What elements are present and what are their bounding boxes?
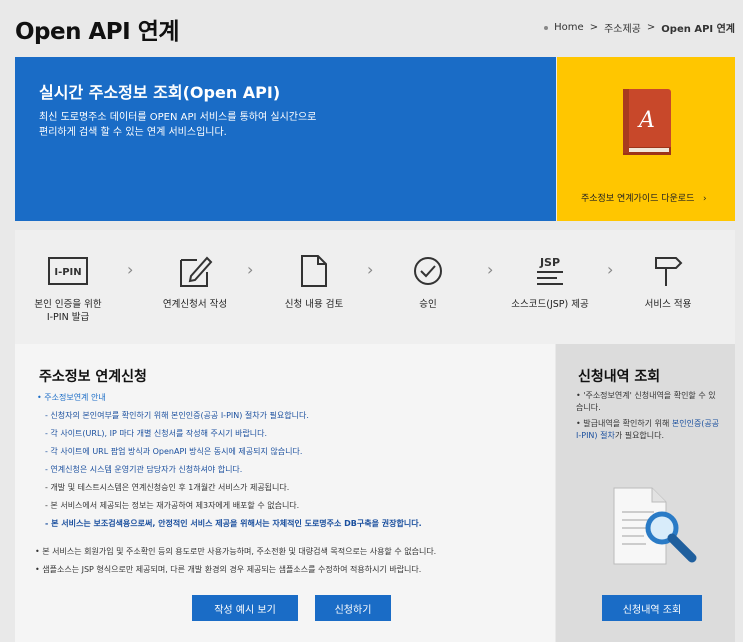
banner-description: 최신 도로명주소 데이터를 OPEN API 서비스를 통하여 실시간으로 편리… (39, 110, 399, 140)
svg-text:I-PIN: I-PIN (54, 267, 81, 278)
breadcrumb-separator: > (646, 22, 656, 33)
bullet-icon (544, 25, 549, 30)
page-title: Open API 연계 (15, 19, 180, 45)
guide-download-label: 주소정보 연계가이드 다운로드 (581, 194, 695, 204)
lookup-title: 신청내역 조회 (578, 369, 661, 385)
step-label: 신청 내용 검토 (284, 299, 344, 310)
list-item: • 샘플소스는 JSP 형식으로만 제공되며, 다른 개발 환경의 경우 제공되… (35, 565, 422, 574)
guide-download-link[interactable]: 주소정보 연계가이드 다운로드 › (581, 191, 707, 204)
chevron-right-icon: › (127, 260, 134, 279)
step-label: 연계신청서 작성 (162, 299, 228, 310)
breadcrumb-separator: > (589, 22, 599, 33)
guide-list: - 신청자의 본인여부를 확인하기 위해 본인인증(공공 I-PIN) 절차가 … (45, 410, 422, 536)
signpost-icon (646, 254, 690, 288)
list-item: • 발급내역을 확인하기 위해 본인인증(공공 I-PIN) 절차가 필요합니다… (576, 419, 720, 440)
apply-button[interactable]: 신청하기 (315, 595, 391, 621)
list-item: - 본 서비스에서 제공되는 정보는 재가공하여 제3자에게 배포할 수 없습니… (45, 501, 300, 510)
view-example-button[interactable]: 작성 예시 보기 (192, 595, 298, 621)
jsp-icon: JSP (528, 254, 572, 288)
chevron-right-icon: › (367, 260, 374, 279)
breadcrumb-home[interactable]: Home (554, 22, 584, 33)
lookup-button[interactable]: 신청내역 조회 (602, 595, 702, 621)
process-steps: I-PIN 본인 인증을 위한 I-PIN 발급 › 연계신청서 작성 › 신청 … (15, 230, 735, 344)
list-item: • '주소정보연계' 신청내역을 확인할 수 있습니다. (576, 391, 716, 412)
document-search-icon (613, 487, 697, 565)
application-title: 주소정보 연계신청 (39, 369, 147, 385)
list-item: - 개발 및 테스트시스템은 연계신청승인 후 1개월간 서비스가 제공됩니다. (45, 483, 290, 492)
list-item: - 본 서비스는 보조검색용으로써, 안정적인 서비스 제공을 위해서는 자체적… (45, 519, 422, 528)
application-panel: 주소정보 연계신청 • 주소정보연계 안내 - 신청자의 본인여부를 확인하기 … (15, 344, 555, 642)
chevron-right-icon: › (697, 194, 707, 204)
page-header: Open API 연계 Home > 주소제공 > Open API 연계 (0, 0, 743, 56)
chevron-right-icon: › (247, 260, 254, 279)
step-label: 서비스 적용 (644, 299, 692, 310)
breadcrumb-current: Open API 연계 (661, 24, 735, 35)
guide-section-title: • 주소정보연계 안내 (37, 393, 106, 402)
book-icon: A (623, 89, 671, 155)
banner-title: 실시간 주소정보 조회(Open API) (39, 83, 281, 102)
chevron-right-icon: › (607, 260, 614, 279)
list-item: - 각 사이트(URL), IP 마다 개별 신청서를 작성해 주시기 바랍니다… (45, 429, 268, 438)
list-item: • 본 서비스는 회원가입 및 주소확인 등의 용도로만 사용가능하며, 주소전… (35, 547, 437, 556)
breadcrumb-address[interactable]: 주소제공 (604, 20, 641, 35)
guide-download-panel[interactable]: A 주소정보 연계가이드 다운로드 › (557, 57, 735, 221)
step-label: 승인 (419, 299, 437, 310)
step-label: 본인 인증을 위한 I-PIN 발급 (34, 299, 102, 323)
lookup-notes: • '주소정보연계' 신청내역을 확인할 수 있습니다. • 발급내역을 확인하… (576, 390, 721, 446)
service-banner: 실시간 주소정보 조회(Open API) 최신 도로명주소 데이터를 OPEN… (15, 57, 556, 221)
list-item: - 신청자의 본인여부를 확인하기 위해 본인인증(공공 I-PIN) 절차가 … (45, 411, 309, 420)
ipin-icon: I-PIN (46, 254, 90, 288)
banner-description-line-2: 편리하게 검색 할 수 있는 연계 서비스입니다. (39, 127, 227, 138)
banner-description-line-1: 최신 도로명주소 데이터를 OPEN API 서비스를 통하여 실시간으로 (39, 112, 317, 123)
notes-list: • 본 서비스는 회원가입 및 주소확인 등의 용도로만 사용가능하며, 주소전… (35, 546, 436, 582)
list-item: - 연계신청은 시스템 운영기관 담당자가 신청하셔야 합니다. (45, 465, 243, 474)
chevron-right-icon: › (487, 260, 494, 279)
book-letter: A (637, 108, 655, 133)
check-circle-icon (406, 254, 450, 288)
lookup-panel: 신청내역 조회 • '주소정보연계' 신청내역을 확인할 수 있습니다. • 발… (556, 344, 735, 642)
breadcrumb: Home > 주소제공 > Open API 연계 (544, 20, 735, 35)
list-item: - 각 사이트에 URL 팝업 방식과 OpenAPI 방식은 동시에 제공되지… (45, 447, 303, 456)
step-label: 소스코드(JSP) 제공 (511, 299, 589, 310)
edit-icon (173, 254, 217, 288)
svg-text:JSP: JSP (539, 256, 560, 269)
document-icon (292, 254, 336, 288)
